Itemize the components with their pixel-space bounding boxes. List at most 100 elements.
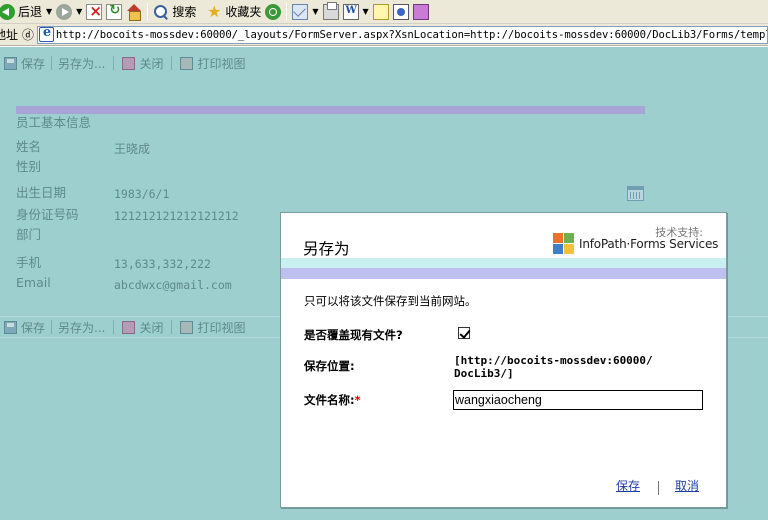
close-form-icon — [122, 56, 136, 70]
research-icon — [412, 3, 429, 20]
home-button[interactable] — [124, 1, 144, 23]
form-toolbar-divider — [171, 320, 173, 334]
filename-label: 文件名称:* — [304, 392, 361, 408]
email-label: Email — [16, 275, 51, 290]
form-print-view-button[interactable]: 打印视图 — [176, 54, 249, 72]
address-input[interactable]: http://bocoits-mossdev:60000/_layouts/Fo… — [36, 25, 768, 44]
form-print-view-button[interactable]: 打印视图 — [176, 318, 249, 336]
infopath-logo-text: InfoPath·Forms Services — [579, 237, 719, 251]
form-save-button[interactable]: 保存 — [0, 318, 49, 336]
form-toolbar-top: 保存 另存为... 关闭 打印视图 — [0, 53, 768, 73]
refresh-button[interactable] — [104, 1, 124, 23]
form-toolbar-divider — [51, 56, 53, 70]
form-save-as-label: 另存为... — [58, 320, 106, 335]
gender-label: 性别 — [16, 159, 42, 174]
toolbar-divider — [286, 2, 288, 21]
ie-page-icon — [38, 27, 54, 42]
form-toolbar-divider — [171, 56, 173, 70]
forward-arrow-icon — [56, 3, 73, 20]
dialog-header-band — [281, 258, 726, 268]
mail-button[interactable] — [290, 1, 310, 23]
form-save-button[interactable]: 保存 — [0, 54, 49, 72]
home-icon — [126, 3, 142, 21]
phone-label: 手机 — [16, 255, 42, 270]
toolbar-divider — [147, 2, 149, 21]
back-dropdown-icon[interactable]: ▼ — [46, 7, 52, 16]
id-number-value[interactable]: 121212121212121212 — [114, 209, 239, 223]
dialog-header-band-lower — [281, 268, 726, 279]
birth-date-value[interactable]: 1983/6/1 — [114, 187, 169, 201]
calendar-icon[interactable] — [627, 186, 644, 201]
email-value[interactable]: abcdwxc@gmail.com — [114, 278, 232, 292]
star-icon: ★ — [207, 1, 222, 21]
location-label: 保存位置: — [304, 359, 355, 373]
forward-dropdown-icon[interactable]: ▼ — [76, 7, 82, 16]
favorites-button[interactable]: ★ 收藏夹 — [204, 1, 263, 23]
section-header-bar — [16, 106, 645, 114]
dialog-title: 另存为 — [303, 240, 350, 258]
filename-label-text: 文件名称: — [304, 393, 355, 407]
form-save-as-button[interactable]: 另存为... — [54, 318, 109, 336]
form-toolbar-divider — [113, 56, 115, 70]
department-label: 部门 — [16, 227, 42, 242]
history-icon — [265, 3, 282, 20]
forward-button[interactable] — [54, 1, 74, 23]
save-disk-icon — [4, 56, 17, 70]
form-print-view-label: 打印视图 — [197, 320, 246, 335]
name-label: 姓名 — [16, 139, 42, 154]
messenger-icon — [392, 3, 409, 20]
save-button[interactable]: 保存 — [616, 477, 640, 494]
dialog-link-divider — [658, 481, 659, 495]
printer-icon — [322, 1, 339, 20]
messenger-button[interactable] — [391, 1, 411, 23]
cancel-button[interactable]: 取消 — [675, 477, 699, 494]
back-arrow-icon — [0, 3, 15, 20]
id-number-label: 身份证号码 — [16, 207, 79, 222]
form-save-label: 保存 — [21, 56, 46, 71]
close-form-icon — [122, 320, 136, 334]
form-toolbar-divider — [113, 320, 115, 334]
form-save-as-label: 另存为... — [58, 56, 106, 71]
edit-button[interactable] — [341, 1, 361, 23]
discuss-button[interactable] — [371, 1, 391, 23]
form-close-button[interactable]: 关闭 — [118, 54, 167, 72]
phone-value[interactable]: 13,633,332,222 — [114, 257, 211, 271]
print-view-icon — [180, 320, 194, 334]
history-button[interactable] — [263, 1, 283, 23]
back-button-label: 后退 — [18, 5, 43, 19]
save-disk-icon — [4, 320, 17, 334]
address-bar: 地址 ⓓ http://bocoits-mossdev:60000/_layou… — [0, 24, 768, 46]
address-url[interactable]: http://bocoits-mossdev:60000/_layouts/Fo… — [56, 29, 767, 41]
address-label: 地址 ⓓ — [0, 28, 34, 42]
form-close-label: 关闭 — [139, 56, 164, 71]
overwrite-checkbox[interactable] — [458, 327, 470, 339]
stop-icon — [86, 2, 103, 20]
form-toolbar-divider — [51, 320, 53, 334]
back-button[interactable]: 后退 — [0, 1, 44, 23]
browser-toolbar: 后退 ▼ ▼ 搜索 ★ 收藏夹 ▼ ▼ — [0, 0, 768, 24]
form-close-label: 关闭 — [139, 320, 164, 335]
search-button-label: 搜索 — [172, 5, 197, 19]
print-button[interactable] — [321, 1, 341, 23]
name-value[interactable]: 王晓成 — [114, 140, 150, 157]
filename-input[interactable] — [453, 390, 703, 410]
form-close-button[interactable]: 关闭 — [118, 318, 167, 336]
note-icon — [372, 3, 389, 20]
mail-dropdown-icon[interactable]: ▼ — [312, 7, 318, 16]
favorites-button-label: 收藏夹 — [225, 5, 262, 19]
form-save-as-button[interactable]: 另存为... — [54, 54, 109, 72]
research-button[interactable] — [411, 1, 431, 23]
mail-icon — [292, 3, 309, 20]
office-logo-icon — [553, 233, 575, 255]
location-value: [http://bocoits-mossdev:60000/DocLib3/] — [454, 354, 653, 380]
dialog-message: 只可以将该文件保存到当前网站。 — [304, 294, 477, 308]
word-edit-icon — [342, 3, 359, 20]
birth-date-label: 出生日期 — [16, 185, 67, 200]
edit-dropdown-icon[interactable]: ▼ — [363, 7, 369, 16]
stop-button[interactable] — [84, 1, 104, 23]
infopath-logo: InfoPath·Forms Services — [553, 233, 718, 255]
form-save-label: 保存 — [21, 320, 46, 335]
search-button[interactable]: 搜索 — [151, 1, 198, 23]
print-view-icon — [180, 56, 194, 70]
overwrite-label: 是否覆盖现有文件? — [304, 328, 403, 342]
